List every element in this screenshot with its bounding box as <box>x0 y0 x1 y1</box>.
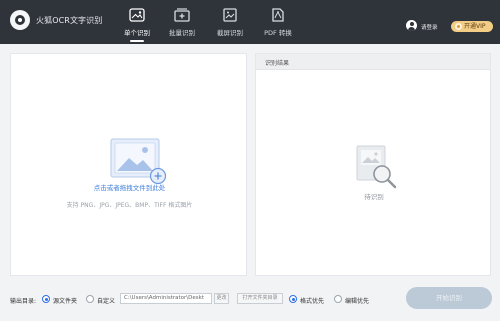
radio-format-priority[interactable] <box>289 295 297 303</box>
result-panel: 识别结果 待识别 <box>255 53 491 276</box>
app-window: 火狐OCR文字识别 单个识别 批量识别 截屏识别 PDF 转换 请登录 开通VI… <box>0 0 500 321</box>
app-logo-icon <box>10 10 30 30</box>
login-link[interactable]: 请登录 <box>421 23 438 31</box>
supported-formats: 支持 PNG、JPG、JPEG、BMP、TIFF 格式图片 <box>66 202 193 209</box>
output-directory-label: 输出目录: <box>10 298 37 305</box>
upload-drop-zone[interactable]: 点击或者拖拽文件到此处 支持 PNG、JPG、JPEG、BMP、TIFF 格式图… <box>10 53 247 276</box>
radio-source-folder[interactable] <box>42 295 50 303</box>
batch-add-icon <box>174 8 190 22</box>
change-path-button[interactable]: 更改 <box>214 293 229 304</box>
output-path-field[interactable]: C:\Users\Administrator\Deskt <box>120 293 212 304</box>
radio-edit-priority[interactable] <box>334 295 342 303</box>
tab-label: 单个识别 <box>124 29 150 37</box>
crown-icon <box>455 23 462 30</box>
bottom-bar: 输出目录: 源文件夹 自定义 C:\Users\Administrator\De… <box>0 282 500 321</box>
radio-source-folder-label[interactable]: 源文件夹 <box>53 296 77 305</box>
vip-button-label: 开通VIP <box>464 23 486 30</box>
tab-label: 截屏识别 <box>217 29 243 37</box>
pdf-icon <box>272 8 284 22</box>
radio-custom[interactable] <box>86 295 94 303</box>
user-avatar-icon[interactable] <box>406 20 417 31</box>
tab-single-recognition[interactable]: 单个识别 <box>113 0 161 44</box>
image-scan-icon <box>129 8 145 22</box>
start-recognition-button[interactable]: 开始识别 <box>406 287 492 309</box>
tab-batch-recognition[interactable]: 批量识别 <box>158 0 206 44</box>
radio-custom-label[interactable]: 自定义 <box>97 296 115 305</box>
radio-edit-priority-label[interactable]: 编辑优先 <box>345 296 369 305</box>
tab-label: PDF 转换 <box>264 29 292 37</box>
waiting-document-icon <box>356 145 397 189</box>
tab-pdf-convert[interactable]: PDF 转换 <box>254 0 302 44</box>
result-header: 识别结果 <box>256 54 490 70</box>
tab-label: 批量识别 <box>169 29 195 37</box>
tab-screenshot-recognition[interactable]: 截屏识别 <box>206 0 254 44</box>
waiting-status: 待识别 <box>364 193 384 201</box>
radio-format-priority-label[interactable]: 格式优先 <box>300 296 324 305</box>
result-title: 识别结果 <box>265 60 290 67</box>
screenshot-icon <box>223 8 237 22</box>
vip-button[interactable]: 开通VIP <box>451 21 493 32</box>
app-title: 火狐OCR文字识别 <box>36 16 103 25</box>
open-folder-button[interactable]: 打开文件夹目录 <box>237 293 283 304</box>
top-bar: 火狐OCR文字识别 单个识别 批量识别 截屏识别 PDF 转换 请登录 开通VI… <box>0 0 500 44</box>
upload-hint[interactable]: 点击或者拖拽文件到此处 <box>11 182 248 192</box>
